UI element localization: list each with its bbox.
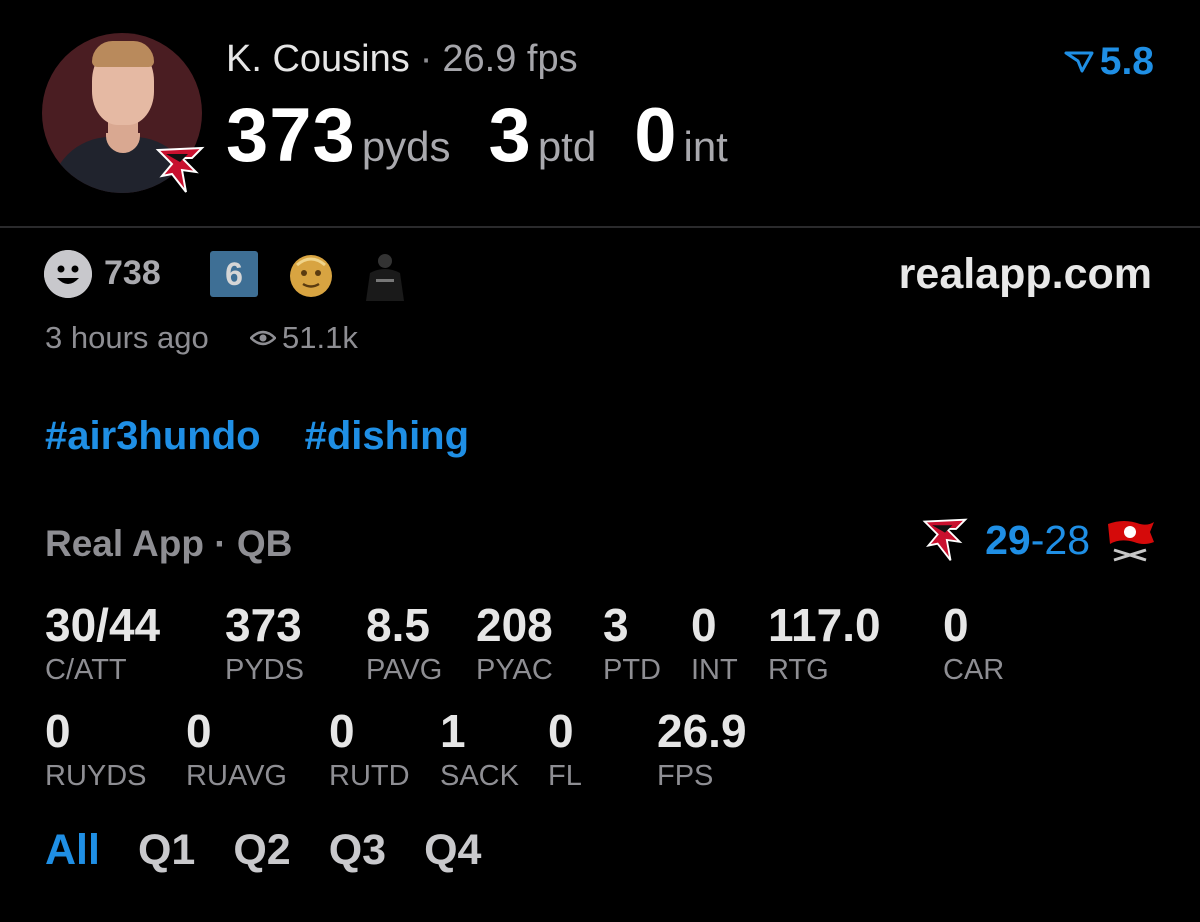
- stat-label: INT: [691, 654, 738, 686]
- old-face-emoji-icon[interactable]: [287, 251, 335, 299]
- stat-label: FL: [548, 760, 582, 792]
- headline-pyds-value: 373: [226, 93, 356, 178]
- stat-sack: 1 SACK: [440, 708, 519, 793]
- tab-q2[interactable]: Q2: [233, 826, 290, 875]
- stat-value: 0: [691, 599, 717, 651]
- projection-indicator[interactable]: 5.8: [1064, 40, 1154, 84]
- player-fps: 26.9 fps: [442, 38, 578, 80]
- section-title: Real App · QB: [45, 523, 293, 564]
- site-link[interactable]: realapp.com: [899, 250, 1152, 299]
- stat-value: 30/44: [45, 599, 161, 651]
- stat-label: CAR: [943, 654, 1005, 686]
- view-count-value: 51.1k: [282, 320, 358, 355]
- headline-int-unit: int: [683, 123, 728, 170]
- stat-car: 0 CAR: [943, 602, 1004, 687]
- stat-ruyds: 0 RUYDS: [45, 708, 147, 793]
- stat-ptd: 3 PTD: [603, 602, 661, 687]
- stat-value: 0: [548, 705, 574, 757]
- player-name-line[interactable]: K. Cousins · 26.9 fps: [226, 38, 578, 81]
- stat-value: 26.9: [657, 705, 747, 757]
- away-score: 29: [985, 516, 1031, 563]
- projection-value: 5.8: [1099, 40, 1154, 83]
- stat-value: 208: [476, 599, 553, 651]
- view-count: 51.1k: [250, 320, 358, 356]
- stat-fps: 26.9 FPS: [657, 708, 747, 793]
- stat-value: 1: [440, 705, 466, 757]
- brooklyn-jersey-icon[interactable]: [358, 249, 412, 301]
- stat-label: PYAC: [476, 654, 553, 686]
- headline-int-value: 0: [634, 93, 678, 178]
- game-score[interactable]: 29-28: [919, 516, 1158, 564]
- stat-value: 0: [186, 705, 212, 757]
- arrow-filter-icon: [1064, 51, 1094, 73]
- hashtag-link[interactable]: #air3hundo: [45, 414, 261, 459]
- stat-label: SACK: [440, 760, 519, 792]
- rank-badge[interactable]: 6: [210, 251, 258, 297]
- player-name: K. Cousins: [226, 38, 410, 80]
- quarter-tabs: All Q1 Q2 Q3 Q4: [45, 826, 481, 875]
- stat-pavg: 8.5 PAVG: [366, 602, 442, 687]
- stat-label: FPS: [657, 760, 714, 792]
- headline-ptd-unit: ptd: [537, 123, 597, 170]
- stat-rtg: 117.0 RTG: [768, 602, 881, 687]
- home-score: 28: [1044, 516, 1090, 563]
- likes-count: 738: [104, 254, 161, 292]
- tab-q3[interactable]: Q3: [329, 826, 386, 875]
- stat-label: RUAVG: [186, 760, 287, 792]
- stat-value: 0: [329, 705, 355, 757]
- header-divider: [0, 226, 1200, 228]
- tab-q1[interactable]: Q1: [138, 826, 195, 875]
- stat-label: PYDS: [225, 654, 304, 686]
- eye-icon: [250, 330, 276, 346]
- headline-stats: 373 pyds 3 ptd 0 int: [226, 92, 766, 179]
- stat-value: 117.0: [768, 599, 881, 651]
- stat-value: 373: [225, 599, 302, 651]
- stat-label: RUTD: [329, 760, 410, 792]
- hashtag-link[interactable]: #dishing: [305, 414, 469, 459]
- stat-label: PTD: [603, 654, 661, 686]
- stat-label: RTG: [768, 654, 829, 686]
- stat-c-att: 30/44 C/ATT: [45, 602, 160, 687]
- hashtag-list: #air3hundo #dishing: [45, 414, 469, 459]
- score-separator: -: [1030, 516, 1045, 563]
- score-text: 29-28: [985, 517, 1090, 564]
- falcons-logo-icon: [155, 146, 205, 193]
- stat-pyac: 208 PYAC: [476, 602, 553, 687]
- stat-label: PAVG: [366, 654, 443, 686]
- stat-label: C/ATT: [45, 654, 127, 686]
- stat-value: 8.5: [366, 599, 430, 651]
- falcons-logo-icon: [922, 518, 968, 561]
- stat-value: 3: [603, 599, 629, 651]
- stat-value: 0: [943, 599, 969, 651]
- stat-fl: 0 FL: [548, 708, 582, 793]
- stat-int: 0 INT: [691, 602, 738, 687]
- stat-ruavg: 0 RUAVG: [186, 708, 287, 793]
- stat-value: 0: [45, 705, 71, 757]
- tab-q4[interactable]: Q4: [424, 826, 481, 875]
- smiley-icon[interactable]: [44, 250, 92, 298]
- stat-pyds: 373 PYDS: [225, 602, 304, 687]
- separator-dot: ·: [419, 38, 433, 80]
- stat-rutd: 0 RUTD: [329, 708, 410, 793]
- headline-ptd-value: 3: [488, 93, 532, 178]
- post-time: 3 hours ago: [45, 320, 209, 355]
- tab-all[interactable]: All: [45, 826, 100, 875]
- buccaneers-flag-icon: [1108, 521, 1154, 562]
- headline-pyds-unit: pyds: [361, 123, 451, 170]
- stat-label: RUYDS: [45, 760, 147, 792]
